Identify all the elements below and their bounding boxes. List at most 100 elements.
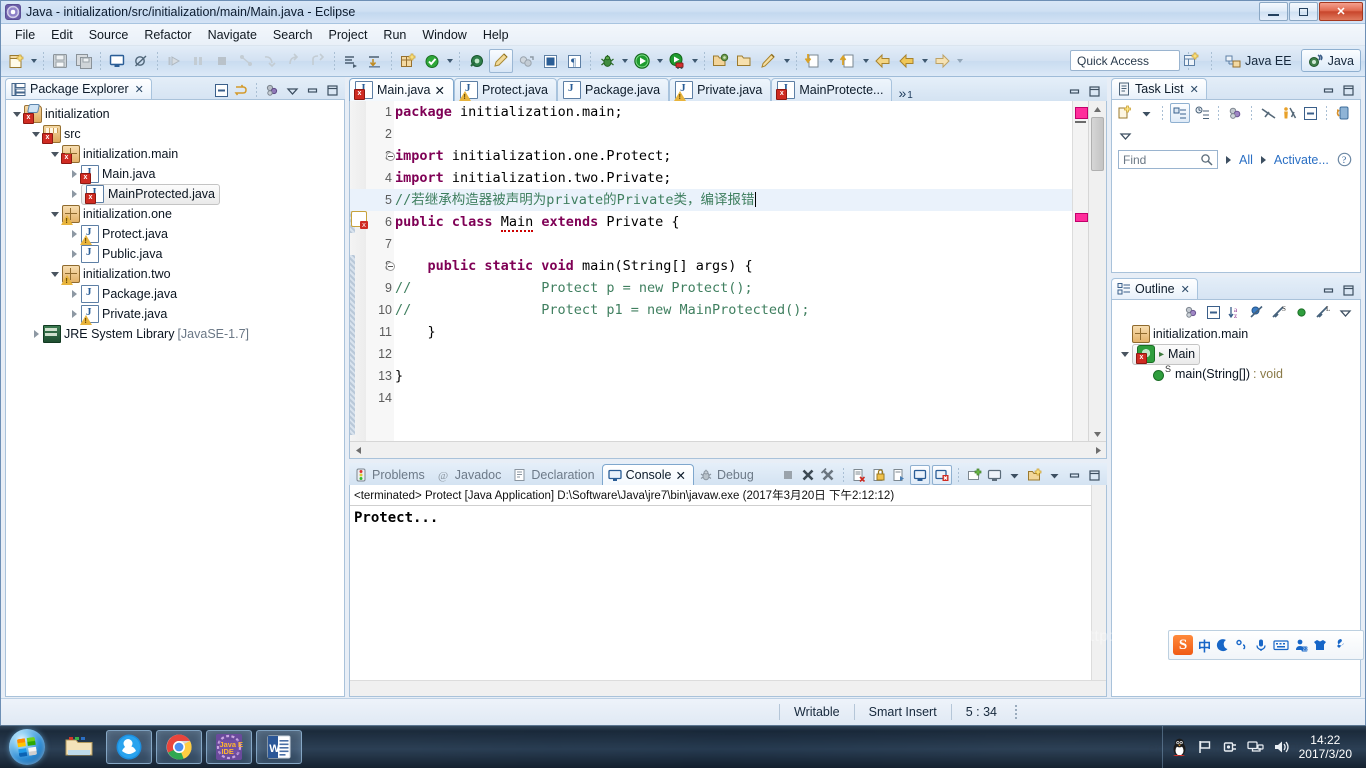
- search-dropdown[interactable]: [781, 50, 792, 72]
- categorized-icon[interactable]: [1170, 103, 1190, 123]
- editor-tab-mainprotecte[interactable]: x MainProtecte...: [771, 78, 893, 101]
- new-java-class-icon[interactable]: [397, 50, 419, 72]
- task-find-input[interactable]: Find: [1118, 150, 1218, 169]
- menu-refactor[interactable]: Refactor: [136, 26, 199, 44]
- new-console-view-icon[interactable]: [965, 466, 983, 484]
- perspective-java[interactable]: Java: [1300, 49, 1361, 72]
- outline-item-main-string[interactable]: Smain(String[]) : void: [1112, 364, 1360, 384]
- open-console-dropdown-icon[interactable]: [1045, 466, 1063, 484]
- tree-item-mainprotected-java[interactable]: x MainProtected.java: [6, 183, 344, 205]
- all-expand-icon[interactable]: [1226, 155, 1231, 164]
- expand-twisty[interactable]: [48, 271, 62, 277]
- selected-item-chip[interactable]: x MainProtected.java: [81, 183, 221, 205]
- previous-annotation-icon[interactable]: [364, 50, 386, 72]
- collapse-twisty[interactable]: [29, 330, 43, 338]
- minimize-button[interactable]: [1259, 2, 1288, 21]
- tree-item-src[interactable]: x src: [6, 124, 344, 144]
- next-edit-location-icon[interactable]: [837, 50, 859, 72]
- menu-source[interactable]: Source: [81, 26, 137, 44]
- word-wrap-icon[interactable]: [890, 466, 908, 484]
- debug-icon[interactable]: [596, 50, 618, 72]
- open-task-icon[interactable]: [421, 50, 443, 72]
- minimize-icon[interactable]: [1319, 281, 1337, 299]
- expand-twisty[interactable]: [48, 151, 62, 157]
- new-java-package-icon[interactable]: [465, 50, 487, 72]
- console-vertical-scrollbar[interactable]: [1091, 485, 1106, 680]
- search-icon[interactable]: [758, 50, 780, 72]
- close-button[interactable]: ✕: [1319, 2, 1363, 21]
- hide-fields-icon[interactable]: [1204, 303, 1222, 321]
- maximize-icon[interactable]: [1085, 466, 1103, 484]
- remove-all-terminated-icon[interactable]: [819, 466, 837, 484]
- filter-icon[interactable]: [1259, 104, 1277, 122]
- menu-window[interactable]: Window: [414, 26, 474, 44]
- tree-item-main-java[interactable]: x Main.java: [6, 164, 344, 184]
- view-menu-icon[interactable]: [1336, 303, 1354, 321]
- editor-tab-main-java[interactable]: x Main.java ✕: [349, 78, 454, 101]
- close-icon[interactable]: ✕: [435, 83, 445, 98]
- scroll-lock-icon[interactable]: [870, 466, 888, 484]
- network-icon[interactable]: [1246, 739, 1264, 755]
- error-marker-icon[interactable]: [351, 211, 368, 229]
- pilcrow-icon[interactable]: ¶: [563, 50, 585, 72]
- clear-console-icon[interactable]: [850, 466, 868, 484]
- taskbar-microsoft-word[interactable]: W: [256, 730, 302, 764]
- collapse-all-icon[interactable]: [1301, 104, 1319, 122]
- save-icon[interactable]: [49, 50, 71, 72]
- outline-item-initialization-main[interactable]: initialization.main: [1112, 324, 1360, 344]
- console-icon[interactable]: [106, 50, 128, 72]
- user-icon[interactable]: 22: [1294, 638, 1308, 652]
- show-whitespace-icon[interactable]: [539, 50, 561, 72]
- scrollbar-thumb[interactable]: [1091, 117, 1104, 171]
- collapse-twisty[interactable]: [67, 170, 81, 178]
- task-filter-all[interactable]: All: [1239, 153, 1253, 167]
- tree-item-public-java[interactable]: Public.java: [6, 244, 344, 264]
- overview-ruler[interactable]: [1072, 101, 1089, 442]
- close-icon[interactable]: ✕: [675, 468, 685, 483]
- tree-item-initialization-one[interactable]: initialization.one: [6, 204, 344, 225]
- minimize-icon[interactable]: [1065, 466, 1083, 484]
- microphone-icon[interactable]: [1254, 638, 1268, 652]
- tree-item-initialization[interactable]: x initialization: [6, 104, 344, 124]
- restore-button[interactable]: [1289, 2, 1318, 21]
- hide-fields2-icon[interactable]: [1292, 303, 1310, 321]
- keyboard-icon[interactable]: [1273, 638, 1289, 652]
- tree-item-initialization-main[interactable]: x initialization.main: [6, 144, 344, 164]
- collapse-all-icon[interactable]: [1182, 303, 1200, 321]
- skip-breakpoints-icon[interactable]: [130, 50, 152, 72]
- editor-horizontal-scrollbar[interactable]: [350, 441, 1106, 458]
- new-task-icon[interactable]: [1116, 104, 1134, 122]
- sogou-ime-bar[interactable]: S 中 22: [1168, 630, 1364, 660]
- editor-tab-private-java[interactable]: Private.java: [669, 78, 772, 101]
- forward-dropdown[interactable]: [954, 50, 965, 72]
- scroll-right-arrow[interactable]: [1090, 442, 1106, 458]
- editor-tab-overflow[interactable]: » 1: [892, 82, 918, 101]
- close-icon[interactable]: ✕: [1181, 283, 1190, 296]
- collapse-twisty[interactable]: [67, 290, 81, 298]
- console-tab-problems[interactable]: Problems: [349, 464, 432, 485]
- collapse-twisty[interactable]: [67, 250, 81, 258]
- taskbar-google-chrome[interactable]: [156, 730, 202, 764]
- next-edit-dropdown[interactable]: [860, 50, 871, 72]
- outline-item-main[interactable]: x ▸ Main: [1112, 343, 1360, 365]
- last-edit-dropdown[interactable]: [825, 50, 836, 72]
- scroll-down-arrow[interactable]: [1089, 426, 1106, 442]
- skin-icon[interactable]: [1313, 638, 1327, 652]
- close-icon[interactable]: ✕: [1190, 83, 1199, 96]
- tree-item-private-java[interactable]: Private.java: [6, 304, 344, 325]
- ruler-error-marker[interactable]: [1075, 107, 1088, 119]
- run-coverage-icon[interactable]: [666, 50, 688, 72]
- hide-non-public-icon[interactable]: [1248, 303, 1266, 321]
- activate-expand-icon[interactable]: [1260, 155, 1266, 164]
- run-coverage-dropdown[interactable]: [689, 50, 700, 72]
- ruler-error-marker[interactable]: [1075, 213, 1088, 222]
- minimize-icon[interactable]: [1319, 81, 1337, 99]
- show-console-icon[interactable]: [910, 465, 930, 485]
- open-console-icon[interactable]: [1025, 466, 1043, 484]
- usb-eject-icon[interactable]: [1222, 739, 1238, 755]
- open-perspective-icon[interactable]: [1181, 50, 1203, 72]
- console-tab-javadoc[interactable]: @ Javadoc: [432, 464, 509, 485]
- menu-file[interactable]: File: [7, 26, 43, 44]
- menu-search[interactable]: Search: [265, 26, 321, 44]
- link-with-editor-icon[interactable]: [232, 81, 250, 99]
